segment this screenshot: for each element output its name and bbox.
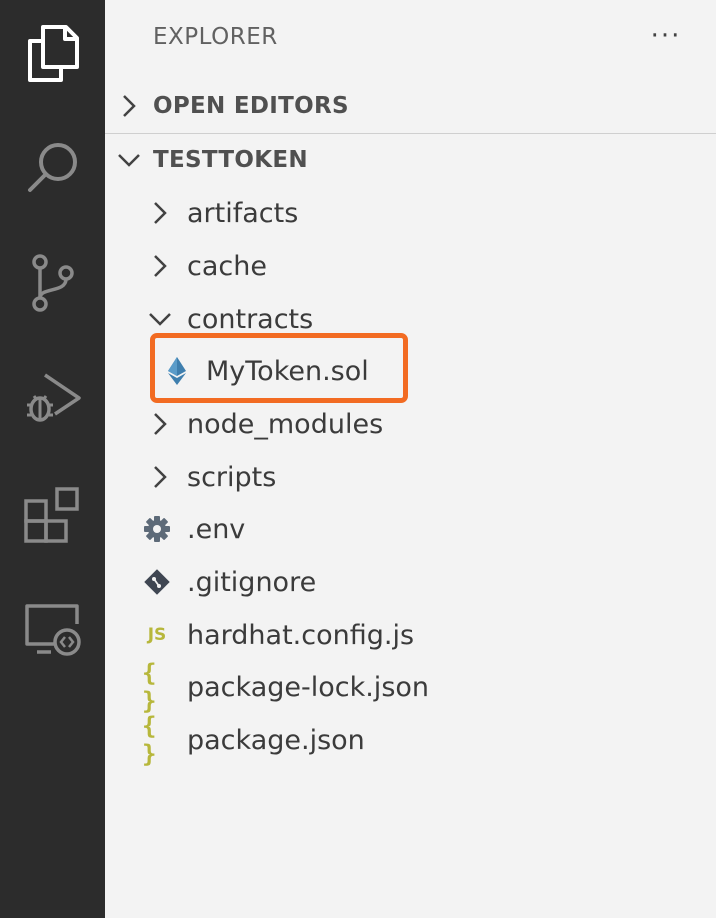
folder-name: artifacts <box>187 197 299 229</box>
tree-folder-artifacts[interactable]: artifacts <box>105 187 716 239</box>
project-label: TESTTOKEN <box>153 147 308 173</box>
chevron-right-icon <box>145 198 175 228</box>
chevron-down-icon <box>105 153 153 167</box>
chevron-right-icon <box>145 251 175 281</box>
ethereum-icon <box>162 356 192 386</box>
file-name: MyToken.sol <box>206 355 369 387</box>
more-actions-button[interactable]: ··· <box>646 16 686 56</box>
chevron-right-icon <box>145 409 175 439</box>
tree-file-package-lock[interactable]: { } package-lock.json <box>105 659 716 715</box>
chevron-right-icon <box>105 95 153 117</box>
remote-explorer-icon[interactable] <box>0 590 105 670</box>
json-icon: { } <box>142 659 156 715</box>
file-name: package.json <box>187 724 365 756</box>
activity-bar <box>0 0 105 918</box>
open-editors-header[interactable]: OPEN EDITORS <box>105 81 716 131</box>
tree-folder-node-modules[interactable]: node_modules <box>105 398 716 450</box>
chevron-right-icon <box>145 462 175 492</box>
tree-file-hardhat-config[interactable]: JS hardhat.config.js <box>105 609 716 661</box>
folder-name: cache <box>187 250 267 282</box>
json-icon: { } <box>142 712 156 768</box>
section-divider <box>105 133 716 134</box>
tree-folder-contracts[interactable]: contracts <box>105 293 716 345</box>
explorer-title: EXPLORER <box>153 24 278 50</box>
folder-name: node_modules <box>187 408 384 440</box>
tree-folder-scripts[interactable]: scripts <box>105 451 716 503</box>
files-icon[interactable] <box>0 13 105 93</box>
tree-file-env[interactable]: .env <box>105 503 716 555</box>
gear-icon <box>142 514 172 544</box>
tree-file-gitignore[interactable]: .gitignore <box>105 556 716 608</box>
file-name: .gitignore <box>187 566 317 598</box>
folder-name: scripts <box>187 461 277 493</box>
explorer-sidebar: EXPLORER ··· OPEN EDITORS TESTTOKEN arti… <box>105 0 716 918</box>
source-control-icon[interactable] <box>0 243 105 323</box>
folder-name: contracts <box>187 303 314 335</box>
chevron-down-icon <box>145 304 175 334</box>
javascript-icon: JS <box>147 625 167 645</box>
file-name: hardhat.config.js <box>187 619 415 651</box>
git-icon <box>142 567 172 597</box>
open-editors-label: OPEN EDITORS <box>153 93 349 119</box>
run-debug-icon[interactable] <box>0 357 105 437</box>
extensions-icon[interactable] <box>0 475 105 555</box>
file-name: .env <box>187 513 246 545</box>
file-name: package-lock.json <box>187 671 430 703</box>
tree-folder-cache[interactable]: cache <box>105 240 716 292</box>
tree-file-mytoken-sol[interactable]: MyToken.sol <box>105 345 716 397</box>
tree-file-package-json[interactable]: { } package.json <box>105 712 716 768</box>
search-icon[interactable] <box>0 127 105 207</box>
project-header[interactable]: TESTTOKEN <box>105 135 716 185</box>
